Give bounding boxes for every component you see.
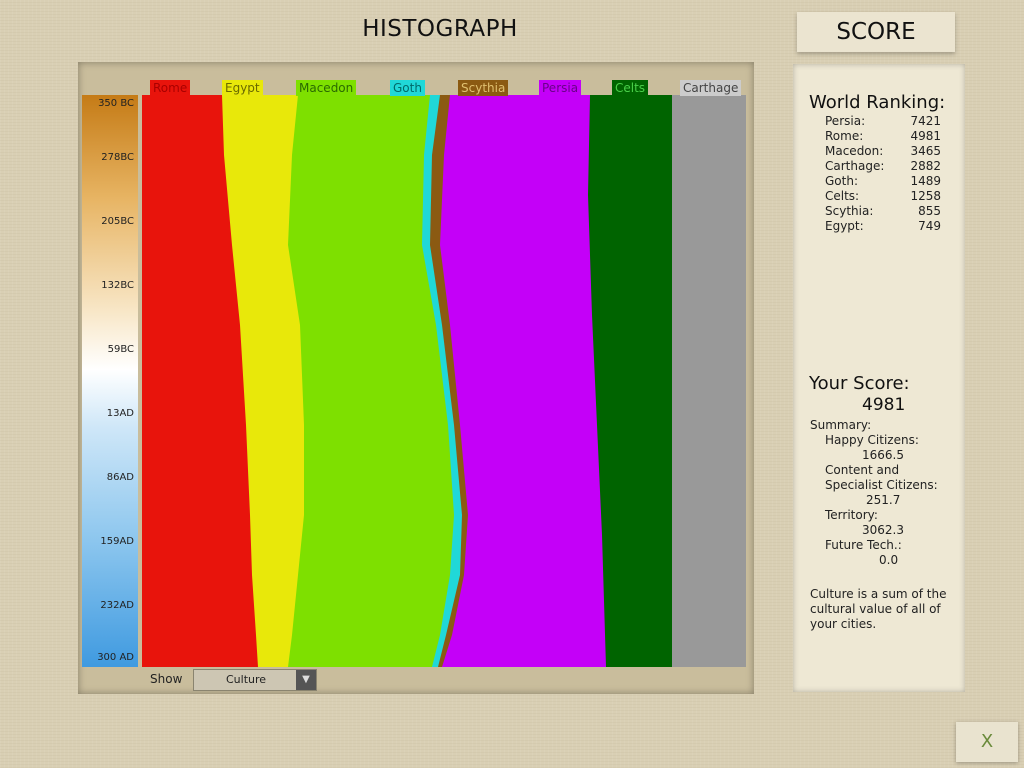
future-tech-label: Future Tech.: xyxy=(825,538,902,552)
ranking-row: Rome: 4981 xyxy=(825,129,941,144)
ranking-row: Celts: 1258 xyxy=(825,189,941,204)
legend-egypt: Egypt xyxy=(222,80,263,96)
ranking-civ-score: 749 xyxy=(918,219,941,233)
timeline-tick: 300 AD xyxy=(97,652,134,663)
content-specialist-label: Specialist Citizens: xyxy=(825,478,938,492)
timeline-tick: 232AD xyxy=(100,600,134,611)
timeline-tick: 159AD xyxy=(100,536,134,547)
ranking-civ-score: 4981 xyxy=(910,129,941,143)
future-tech-value: 0.0 xyxy=(879,553,899,567)
close-button[interactable]: X xyxy=(956,722,1018,762)
ranking-civ-score: 855 xyxy=(918,204,941,218)
ranking-civ-name: Persia: xyxy=(825,114,866,128)
ranking-row: Scythia: 855 xyxy=(825,204,941,219)
ranking-civ-score: 3465 xyxy=(910,144,941,158)
territory-value: 3062.3 xyxy=(862,523,904,537)
timeline-tick: 59BC xyxy=(107,344,134,355)
ranking-civ-score: 1258 xyxy=(910,189,941,203)
happy-citizens-value: 1666.5 xyxy=(862,448,904,462)
close-icon: X xyxy=(980,731,994,752)
legend-scythia: Scythia xyxy=(458,80,509,96)
timeline-tick: 132BC xyxy=(101,280,134,291)
timeline-tick: 350 BC xyxy=(98,98,134,109)
happy-citizens-label: Happy Citizens: xyxy=(825,433,919,447)
summary-label: Summary: xyxy=(810,418,872,432)
ranking-civ-score: 2882 xyxy=(910,159,941,173)
timeline-tick: 205BC xyxy=(101,216,134,227)
ranking-row: Egypt: 749 xyxy=(825,219,941,234)
legend-goth: Goth xyxy=(390,80,425,96)
ranking-row: Carthage: 2882 xyxy=(825,159,941,174)
ranking-row: Persia: 7421 xyxy=(825,114,941,129)
ranking-civ-name: Celts: xyxy=(825,189,860,203)
content-specialist-value: 251.7 xyxy=(866,493,901,507)
show-dropdown-value: Culture xyxy=(226,673,267,686)
content-specialist-label: Content and xyxy=(825,463,900,477)
timeline-tick: 13AD xyxy=(106,408,134,419)
ranking-row: Goth: 1489 xyxy=(825,174,941,189)
ranking-row: Macedon: 3465 xyxy=(825,144,941,159)
culture-stacked-area-chart xyxy=(142,95,746,667)
histograph-title: HISTOGRAPH xyxy=(362,16,518,42)
score-tab[interactable]: SCORE xyxy=(797,12,955,52)
legend-carthage: Carthage xyxy=(680,80,742,96)
timeline-bar: 350 BC 278BC 205BC 132BC 59BC 13AD 86AD … xyxy=(82,95,138,667)
timeline-tick: 86AD xyxy=(106,472,134,483)
ranking-civ-name: Macedon: xyxy=(825,144,884,158)
ranking-civ-name: Scythia: xyxy=(825,204,874,218)
legend-macedon: Macedon xyxy=(296,80,357,96)
your-score-title: Your Score: xyxy=(809,373,910,394)
ranking-civ-name: Carthage: xyxy=(825,159,885,173)
territory-label: Territory: xyxy=(825,508,878,522)
ranking-civ-name: Rome: xyxy=(825,129,864,143)
world-ranking-title: World Ranking: xyxy=(809,92,946,113)
your-score-value: 4981 xyxy=(862,395,906,415)
culture-note: your cities. xyxy=(810,617,877,631)
legend-rome: Rome xyxy=(150,80,191,96)
ranking-civ-name: Goth: xyxy=(825,174,858,188)
legend-persia: Persia xyxy=(539,80,582,96)
chevron-down-icon[interactable]: ▼ xyxy=(296,670,316,690)
show-dropdown[interactable]: Culture ▼ xyxy=(193,669,317,691)
culture-note: cultural value of all of xyxy=(810,602,941,616)
legend-celts: Celts xyxy=(612,80,649,96)
culture-note: Culture is a sum of the xyxy=(810,587,947,601)
ranking-civ-name: Egypt: xyxy=(825,219,864,233)
timeline-tick: 278BC xyxy=(101,152,134,163)
ranking-civ-score: 7421 xyxy=(910,114,941,128)
show-label: Show xyxy=(150,672,183,686)
ranking-civ-score: 1489 xyxy=(910,174,941,188)
